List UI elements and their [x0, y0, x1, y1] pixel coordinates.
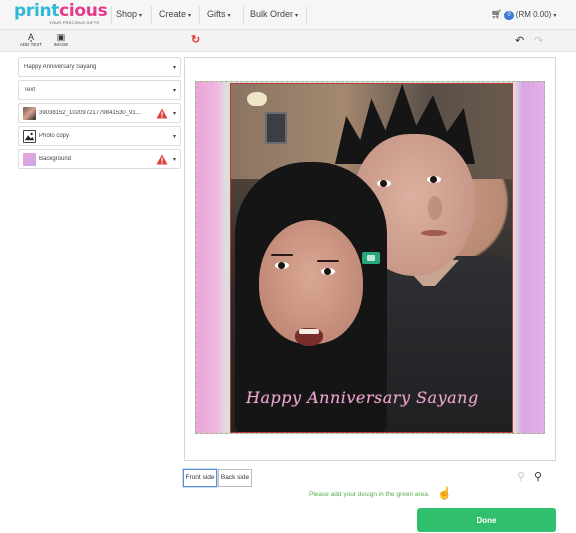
nav-shop[interactable]: Shop ▾	[116, 9, 142, 19]
nav-gifts[interactable]: Gifts ▾	[207, 9, 231, 19]
nav-create-label: Create	[159, 9, 187, 19]
photo-wall-frame	[265, 112, 287, 144]
cart-button[interactable]: 🛒︎ 0 (RM 0.00) ▾	[491, 9, 556, 20]
photo-eyebrow	[271, 254, 293, 256]
layer-name: Happy Anniversary Sayang	[24, 64, 97, 70]
layer-name: Photo copy	[39, 133, 70, 139]
done-button[interactable]: Done	[417, 508, 556, 532]
chevron-down-icon[interactable]: ▾	[173, 156, 176, 163]
chevron-down-icon: ▾	[188, 13, 192, 19]
layer-name: 39038152_10209721779841530_91...	[39, 110, 141, 116]
photo-teeth	[299, 329, 319, 334]
add-text-button[interactable]: Ḁ ADD TEXT	[18, 32, 44, 48]
zoom-in-icon[interactable]: ⚲	[534, 470, 542, 483]
refresh-icon[interactable]: ↻	[191, 33, 200, 46]
nav-divider	[111, 6, 112, 24]
photo-eye	[427, 176, 441, 183]
nav-bulk-order[interactable]: Bulk Order ▾	[250, 9, 298, 19]
chevron-down-icon: ▾	[227, 13, 231, 19]
logo-word-part2: cious	[59, 1, 108, 21]
photo-lamp	[247, 92, 267, 106]
hand-pointer-icon: ☝	[437, 486, 452, 500]
cart-icon: 🛒︎	[491, 9, 503, 19]
zoom-out-icon[interactable]: ⚲	[517, 470, 525, 483]
layer-item-text-caption[interactable]: Happy Anniversary Sayang ▾	[18, 57, 181, 77]
nav-create[interactable]: Create ▾	[159, 9, 191, 19]
top-navbar: printcious YOUR PRECIOUS GIFTS Shop ▾ Cre…	[0, 0, 576, 30]
nav-gifts-label: Gifts	[207, 9, 226, 19]
green-area-hint: Please add your design in the green area…	[309, 491, 430, 498]
add-image-label: IMAGE	[53, 42, 69, 47]
cart-total: (RM 0.00)	[515, 10, 552, 19]
printcious-logo[interactable]: printcious YOUR PRECIOUS GIFTS	[14, 1, 108, 27]
chevron-down-icon[interactable]: ▾	[173, 110, 176, 117]
chevron-down-icon[interactable]: ▾	[173, 64, 176, 71]
nav-divider	[243, 6, 244, 24]
front-side-button[interactable]: Front side	[183, 469, 217, 487]
logo-wordmark: printcious	[14, 1, 108, 21]
image-icon: ▣	[56, 32, 66, 42]
add-text-icon: Ḁ	[27, 32, 34, 42]
chevron-down-icon: ▾	[295, 13, 299, 19]
add-image-button[interactable]: ▣ IMAGE	[50, 32, 72, 48]
layer-name: Background	[39, 156, 72, 162]
warning-icon	[156, 154, 168, 165]
chevron-down-icon[interactable]: ▾	[173, 87, 176, 94]
layer-name: Text	[24, 87, 36, 93]
photo-eye	[377, 180, 391, 187]
logo-word-part1: print	[14, 1, 60, 21]
layer-item-background[interactable]: Background ▾	[18, 149, 181, 169]
nav-bulk-order-label: Bulk Order	[250, 9, 294, 19]
layer-thumbnail	[23, 153, 36, 166]
nav-divider	[151, 6, 152, 24]
layer-thumbnail	[23, 107, 36, 120]
undo-icon[interactable]: ↶	[515, 34, 524, 47]
layer-item-photo-copy[interactable]: Photo copy ▾	[18, 126, 181, 146]
photo-eyebrow	[317, 260, 339, 262]
editor-toolbar	[0, 30, 576, 52]
design-caption-text[interactable]: Happy Anniversary Sayang	[246, 388, 501, 407]
layer-item-text[interactable]: Text ▾	[18, 80, 181, 100]
image-placeholder-icon[interactable]	[362, 252, 380, 264]
photo-face-woman	[259, 220, 363, 344]
nav-divider	[306, 6, 307, 24]
photo-eye	[321, 268, 335, 275]
nav-divider	[199, 6, 200, 24]
layer-item-photo[interactable]: 39038152_10209721779841530_91... ▾	[18, 103, 181, 123]
chevron-down-icon[interactable]: ▾	[173, 133, 176, 140]
back-side-button[interactable]: Back side	[218, 469, 252, 487]
cart-count-badge: 0	[504, 11, 514, 20]
chevron-down-icon: ▾	[139, 13, 143, 19]
image-icon	[23, 130, 36, 143]
logo-tagline: YOUR PRECIOUS GIFTS	[49, 20, 100, 25]
redo-icon[interactable]: ↷	[534, 34, 543, 47]
nav-shop-label: Shop	[116, 9, 138, 19]
photo-nose	[428, 196, 442, 220]
chevron-down-icon: ▾	[553, 13, 557, 19]
photo-eye	[275, 262, 289, 269]
add-text-label: ADD TEXT	[19, 42, 43, 47]
photo-mouth-man	[421, 230, 447, 236]
warning-icon	[156, 108, 168, 119]
